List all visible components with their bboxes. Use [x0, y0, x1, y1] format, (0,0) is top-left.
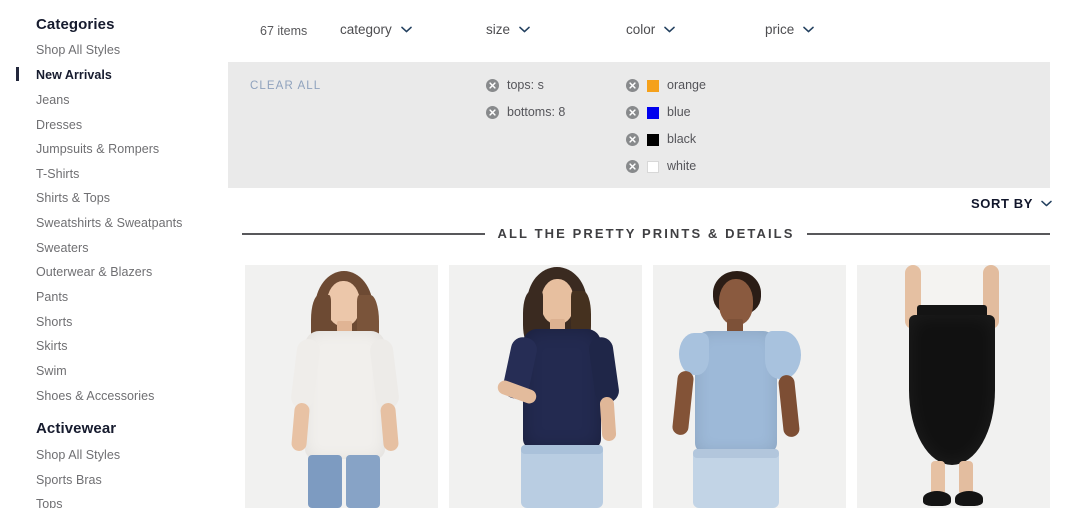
- filter-dropdown-price[interactable]: price: [765, 22, 815, 37]
- color-swatch-orange: [647, 79, 659, 92]
- sidebar-item-activewear-tops[interactable]: Tops: [36, 498, 63, 508]
- chevron-down-icon: [519, 26, 530, 33]
- chevron-down-icon: [664, 26, 676, 33]
- product-image: [245, 265, 438, 508]
- sidebar-item-new-arrivals[interactable]: New Arrivals: [36, 69, 112, 82]
- active-item-marker: [16, 67, 19, 81]
- color-swatch-black: [647, 133, 659, 146]
- clear-all-button[interactable]: CLEAR ALL: [250, 80, 321, 92]
- remove-circle-icon[interactable]: [626, 133, 639, 146]
- heading-rule-left: [242, 232, 485, 235]
- filter-chip-color-orange[interactable]: orange: [626, 79, 706, 92]
- product-tile[interactable]: [245, 265, 438, 508]
- filter-chip-bottoms-size-label: bottoms: 8: [507, 105, 566, 120]
- remove-circle-icon[interactable]: [486, 106, 499, 119]
- sidebar-item-shirts-tops[interactable]: Shirts & Tops: [36, 192, 110, 205]
- sidebar-item-pants[interactable]: Pants: [36, 291, 68, 304]
- chevron-down-icon: [803, 26, 815, 33]
- filter-chip-color-black[interactable]: black: [626, 133, 706, 146]
- filter-chip-color-blue-label: blue: [667, 105, 691, 120]
- filter-chip-color-white-label: white: [667, 159, 697, 174]
- product-image: [857, 265, 1050, 508]
- sidebar-item-shoes-accessories[interactable]: Shoes & Accessories: [36, 390, 154, 403]
- sidebar-item-skirts[interactable]: Skirts: [36, 340, 68, 353]
- item-count-label: 67 items: [260, 24, 308, 38]
- filter-toolbar: 67 items category size color price: [228, 0, 1080, 60]
- category-sidebar: Categories Shop All Styles New Arrivals …: [0, 0, 228, 508]
- filter-chip-tops-size[interactable]: tops: s: [486, 79, 565, 92]
- sidebar-item-dresses[interactable]: Dresses: [36, 119, 82, 132]
- filter-dropdown-size-label: size: [486, 22, 511, 37]
- section-title: ALL THE PRETTY PRINTS & DETAILS: [497, 226, 795, 241]
- remove-circle-icon[interactable]: [626, 160, 639, 173]
- filter-dropdown-category-label: category: [340, 22, 392, 37]
- remove-circle-icon[interactable]: [626, 106, 639, 119]
- sort-by-label: SORT BY: [971, 196, 1033, 211]
- color-filter-chips: orange blue black white: [626, 79, 706, 173]
- chevron-down-icon: [1041, 200, 1052, 207]
- sidebar-heading-activewear: Activewear: [36, 420, 117, 437]
- product-image: [653, 265, 846, 508]
- filter-dropdown-price-label: price: [765, 22, 795, 37]
- filter-chip-color-black-label: black: [667, 132, 697, 147]
- product-grid: [245, 265, 1050, 508]
- sidebar-item-outerwear-blazers[interactable]: Outerwear & Blazers: [36, 266, 152, 279]
- sidebar-item-activewear-shop-all-styles[interactable]: Shop All Styles: [36, 449, 120, 462]
- filter-dropdown-color-label: color: [626, 22, 656, 37]
- sort-by-dropdown[interactable]: SORT BY: [971, 196, 1052, 211]
- sidebar-item-jeans[interactable]: Jeans: [36, 94, 70, 107]
- sidebar-item-sweaters[interactable]: Sweaters: [36, 242, 89, 255]
- remove-circle-icon[interactable]: [626, 79, 639, 92]
- filter-dropdown-color[interactable]: color: [626, 22, 676, 37]
- section-heading: ALL THE PRETTY PRINTS & DETAILS: [242, 226, 1051, 241]
- sidebar-item-sports-bras[interactable]: Sports Bras: [36, 474, 102, 487]
- filter-chip-color-blue[interactable]: blue: [626, 106, 706, 119]
- heading-rule-right: [807, 232, 1051, 235]
- product-tile[interactable]: [449, 265, 642, 508]
- filter-chip-color-orange-label: orange: [667, 78, 706, 93]
- product-tile[interactable]: [857, 265, 1050, 508]
- sidebar-item-jumpsuits-rompers[interactable]: Jumpsuits & Rompers: [36, 143, 159, 156]
- sidebar-heading-categories: Categories: [36, 16, 115, 33]
- sidebar-item-shop-all-styles[interactable]: Shop All Styles: [36, 44, 120, 57]
- color-swatch-blue: [647, 106, 659, 119]
- filter-chip-color-white[interactable]: white: [626, 160, 706, 173]
- filter-chip-tops-size-label: tops: s: [507, 78, 544, 93]
- product-tile[interactable]: [653, 265, 846, 508]
- filter-dropdown-size[interactable]: size: [486, 22, 530, 37]
- active-filters-panel: CLEAR ALL tops: s bottoms: 8 orange blue…: [228, 62, 1050, 188]
- color-swatch-white: [647, 160, 659, 173]
- chevron-down-icon: [400, 26, 412, 33]
- product-image: [449, 265, 642, 508]
- filter-dropdown-category[interactable]: category: [340, 22, 412, 37]
- filter-chip-bottoms-size[interactable]: bottoms: 8: [486, 106, 565, 119]
- size-filter-chips: tops: s bottoms: 8: [486, 79, 565, 119]
- product-listing-page: Categories Shop All Styles New Arrivals …: [0, 0, 1080, 508]
- remove-circle-icon[interactable]: [486, 79, 499, 92]
- sidebar-item-sweatshirts-sweatpants[interactable]: Sweatshirts & Sweatpants: [36, 217, 182, 230]
- sidebar-item-swim[interactable]: Swim: [36, 365, 67, 378]
- sidebar-item-t-shirts[interactable]: T-Shirts: [36, 168, 79, 181]
- sidebar-item-shorts[interactable]: Shorts: [36, 316, 72, 329]
